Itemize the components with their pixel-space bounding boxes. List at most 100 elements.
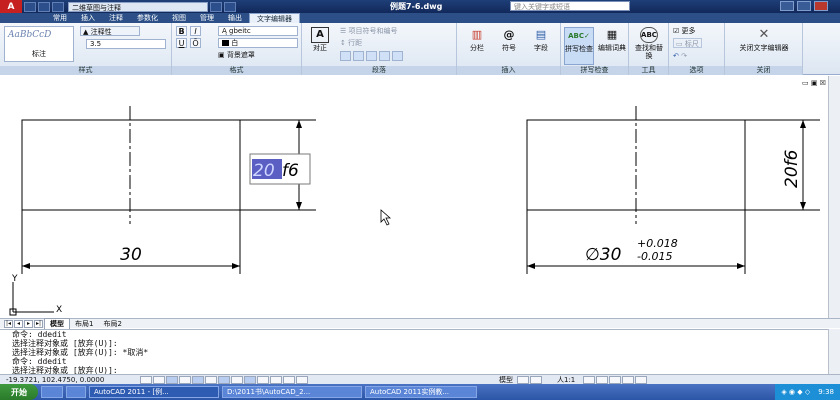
auto-scale-icon[interactable] (596, 375, 609, 384)
drawing-vertical-scrollbar[interactable] (828, 76, 840, 318)
start-button[interactable]: 开始 (0, 384, 38, 400)
application-menu-button[interactable]: A (0, 0, 22, 13)
object-snap-tracking-icon[interactable] (218, 375, 230, 384)
help-search-input[interactable]: 键入关键字或短语 (510, 1, 630, 11)
polar-tracking-icon[interactable] (179, 375, 191, 384)
tab-layout1[interactable]: 布局1 (70, 319, 98, 329)
insert-panel: ▥ 分栏 @ 符号 ▤ 字段 插入 (457, 23, 561, 75)
taskbar-item-autocad[interactable]: AutoCAD 2011 - [例... (89, 386, 219, 398)
quick-properties-icon[interactable] (283, 375, 295, 384)
quick-access-open-icon[interactable] (38, 1, 50, 12)
selection-cycling-icon[interactable] (296, 375, 308, 384)
font-combo[interactable]: Ą gbeitc (218, 26, 298, 36)
tray-icons[interactable]: ◈ ◉ ◆ ◇ (781, 388, 810, 396)
tab-parametric[interactable]: 参数化 (130, 13, 165, 23)
options-panel: ☑ 更多 ▭ 标尺 ↶ ↷ 选项 (669, 23, 725, 75)
mtext-editor-box[interactable]: 20 f6 (249, 153, 311, 185)
object-snap-icon[interactable] (192, 375, 204, 384)
align-right-icon[interactable] (366, 51, 377, 61)
tab-view[interactable]: 视图 (165, 13, 193, 23)
command-line[interactable]: 命令: ddedit 选择注释对象或 [放弃(U)]: 选择注释对象或 [放弃(… (0, 329, 840, 375)
maximize-icon[interactable] (797, 1, 811, 11)
workspace-dropdown[interactable]: 二维草图与注释 (68, 1, 208, 12)
tab-text-editor[interactable]: 文字编辑器 (249, 13, 300, 23)
annotation-scale[interactable]: 人1:1 (557, 375, 575, 385)
model-space-label[interactable]: 模型 (499, 375, 513, 385)
quick-launch-more-icon[interactable] (66, 386, 86, 398)
workspace-switching-icon[interactable] (609, 375, 622, 384)
taskbar-item-document[interactable]: AutoCAD 2011实例教... (365, 386, 477, 398)
lineweight-icon[interactable] (257, 375, 269, 384)
viewport-close-icon[interactable]: ☒ (820, 79, 826, 87)
close-icon[interactable] (814, 1, 828, 11)
align-left-icon[interactable] (340, 51, 351, 61)
dynamic-ucs-icon[interactable] (231, 375, 243, 384)
tab-annotate[interactable]: 注释 (102, 13, 130, 23)
snap-mode-icon[interactable] (140, 375, 152, 384)
bold-button[interactable]: B (176, 26, 187, 36)
edit-dictionary-button[interactable]: ▦ 编辑词典 (597, 27, 627, 52)
ortho-mode-icon[interactable] (166, 375, 178, 384)
quick-access-undo-icon[interactable] (210, 1, 222, 12)
spell-check-button[interactable]: ABC✓ 拼写检查 (564, 27, 594, 65)
quick-launch-icons[interactable] (41, 386, 63, 398)
bullets-button[interactable]: ☰ 项目符号和编号 (340, 26, 398, 36)
redo-icon[interactable]: ↷ (681, 52, 687, 60)
clean-screen-icon[interactable] (635, 375, 648, 384)
find-replace-button[interactable]: ABC 查找和替换 (632, 27, 666, 60)
symbol-button[interactable]: @ 符号 (495, 27, 523, 52)
lock-icon[interactable] (622, 375, 635, 384)
next-tab-icon[interactable]: ▸ (24, 319, 33, 328)
tab-insert[interactable]: 插入 (74, 13, 102, 23)
underline-button[interactable]: U (176, 38, 187, 48)
close-panel: ✕ 关闭文字编辑器 关闭 (725, 23, 803, 75)
tab-manage[interactable]: 管理 (193, 13, 221, 23)
text-style-gallery[interactable]: AaBbCcD 标注 (4, 26, 74, 62)
tab-layout2[interactable]: 布局2 (98, 319, 126, 329)
viewport-restore-icon[interactable]: ▣ (811, 79, 818, 87)
first-tab-icon[interactable]: |◂ (4, 319, 13, 328)
tab-model[interactable]: 模型 (44, 317, 70, 330)
drawing-canvas[interactable]: 30 20 f6 ∅30 +0.018 -0.015 20f6 Y X (0, 76, 828, 318)
minimize-icon[interactable] (780, 1, 794, 11)
taskbar-item-folder[interactable]: D:\2011书\AutoCAD_2... (222, 386, 362, 398)
command-line-row: 选择注释对象或 [放弃(U)]: (12, 339, 118, 348)
quick-access-redo-icon[interactable] (224, 1, 236, 12)
ucs-y-label: Y (11, 274, 18, 284)
annotation-visibility-icon[interactable] (583, 375, 596, 384)
transparency-icon[interactable] (270, 375, 282, 384)
overline-button[interactable]: Ō (190, 38, 201, 48)
quick-access-save-icon[interactable] (52, 1, 64, 12)
viewport-minimize-icon[interactable]: ▭ (802, 79, 809, 87)
align-center-icon[interactable] (353, 51, 364, 61)
ruler-toggle[interactable]: ▭ 标尺 (673, 38, 702, 48)
3d-object-snap-icon[interactable] (205, 375, 217, 384)
command-line-scrollbar[interactable] (828, 329, 840, 374)
grid-display-icon[interactable] (153, 375, 165, 384)
tab-output[interactable]: 输出 (221, 13, 249, 23)
color-combo[interactable]: 白 (218, 38, 298, 48)
columns-button[interactable]: ▥ 分栏 (463, 27, 491, 52)
spell-check-panel-title: 拼写检查 (561, 66, 628, 75)
quick-view-layouts-icon[interactable] (517, 375, 529, 384)
tab-home[interactable]: 常用 (46, 13, 74, 23)
prev-tab-icon[interactable]: ◂ (14, 319, 23, 328)
annotative-toggle[interactable]: ▲ 注释性 (80, 26, 140, 36)
align-distribute-icon[interactable] (392, 51, 403, 61)
undo-icon[interactable]: ↶ (673, 52, 679, 60)
field-button[interactable]: ▤ 字段 (527, 27, 555, 52)
more-options-button[interactable]: ☑ 更多 (673, 26, 696, 36)
quick-view-drawings-icon[interactable] (530, 375, 542, 384)
quick-access-new-icon[interactable] (24, 1, 36, 12)
dictionary-icon: ▦ (606, 28, 618, 41)
dynamic-input-icon[interactable] (244, 375, 256, 384)
justify-button[interactable]: A 对正 (306, 27, 334, 52)
align-justify-icon[interactable] (379, 51, 390, 61)
close-text-editor-button[interactable]: ✕ 关闭文字编辑器 (727, 27, 801, 52)
text-height-combo[interactable]: 3.5 (86, 39, 166, 49)
last-tab-icon[interactable]: ▸| (34, 319, 43, 328)
right-tolerance-lower: -0.015 (637, 250, 672, 263)
italic-button[interactable]: I (190, 26, 201, 36)
background-mask-button[interactable]: ▣ 背景遮罩 (218, 50, 255, 60)
line-spacing-button[interactable]: ↕ 行距 (340, 38, 362, 48)
